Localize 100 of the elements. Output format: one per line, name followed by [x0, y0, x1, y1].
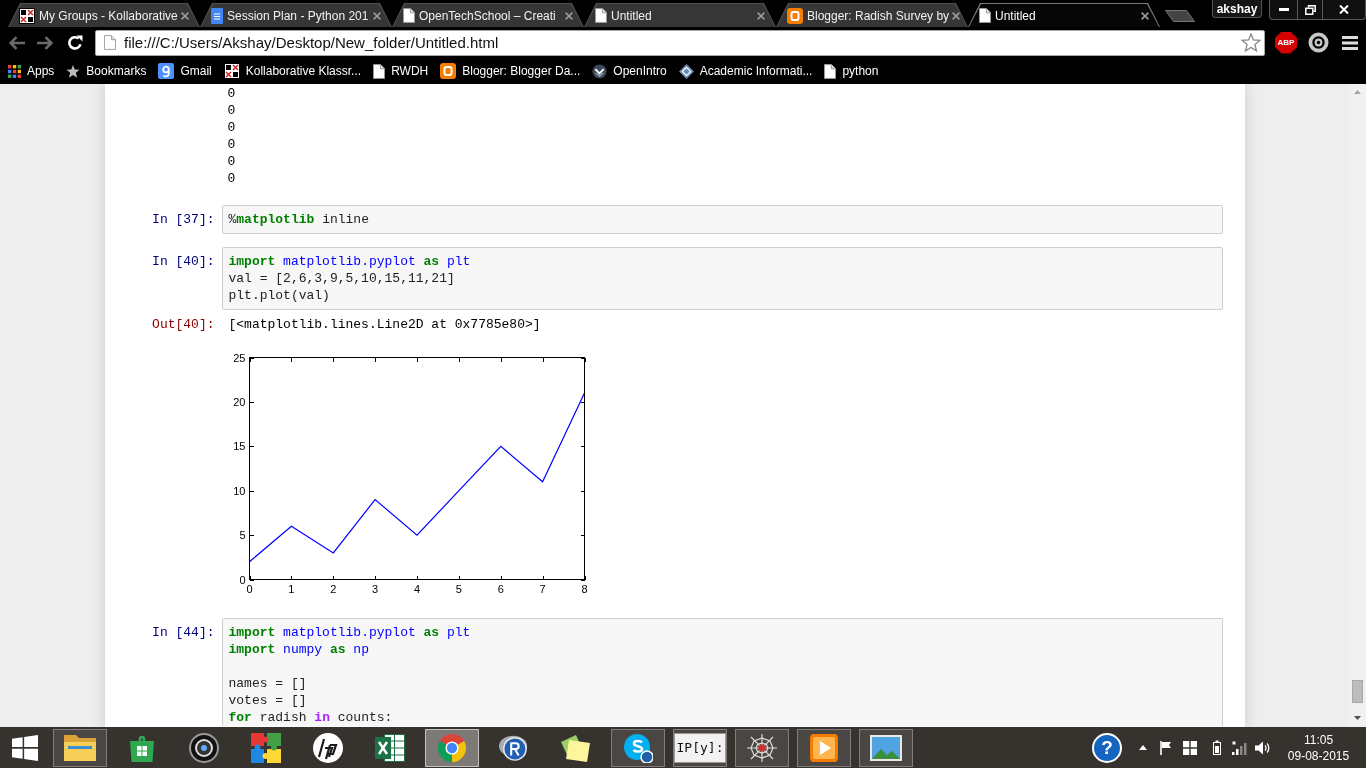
- caret-icon[interactable]: [1139, 745, 1147, 750]
- input-prompt: In [40]:: [151, 253, 216, 270]
- code-line: val = [2,6,3,9,5,10,15,11,21]: [228, 270, 456, 287]
- help-button[interactable]: ?: [1092, 732, 1122, 763]
- taskbar-button[interactable]: [859, 728, 913, 767]
- restore-button[interactable]: [1298, 0, 1323, 20]
- taskbar-button[interactable]: IP[y]:: [673, 728, 727, 767]
- logo-icon: [158, 63, 175, 79]
- flag-icon[interactable]: [1160, 740, 1172, 755]
- logo-icon: [440, 63, 457, 79]
- reload-icon[interactable]: [67, 34, 83, 51]
- bookmark-link[interactable]: Kollaborative Klassr...: [217, 60, 368, 82]
- taskbar-button[interactable]: [53, 728, 107, 767]
- tick-label: 1: [287, 582, 294, 595]
- input-prompt: In [44]:: [151, 624, 216, 641]
- logo-icon: [223, 63, 240, 79]
- tick-label: 25: [232, 351, 245, 364]
- close-icon: [1339, 5, 1349, 14]
- close-button[interactable]: [1323, 0, 1366, 20]
- new-tab-icon[interactable]: [1165, 10, 1195, 22]
- address-bar[interactable]: file:///C:/Users/Akshay/Desktop/New_folder/Untitled.html: [95, 29, 1265, 56]
- bookmark-link[interactable]: Bookmarks: [60, 60, 153, 82]
- logo-icon: [499, 733, 529, 762]
- code-line: votes = []: [228, 692, 308, 709]
- page-icon: [979, 8, 991, 23]
- bookmark-link[interactable]: Academic Informati...: [672, 60, 819, 82]
- back-icon[interactable]: [9, 35, 25, 50]
- code-line: for radish in counts:: [228, 709, 394, 726]
- tick-label: 20: [232, 395, 245, 408]
- tick-label: 4: [413, 582, 420, 595]
- tick-label: 2: [329, 582, 336, 595]
- logo-icon: [678, 63, 694, 79]
- bookmark-link[interactable]: Gmail: [152, 60, 218, 82]
- close-icon[interactable]: [952, 11, 961, 20]
- browser-tab[interactable]: My Groups - Kollaborative: [8, 3, 200, 27]
- four-panes-icon[interactable]: [1183, 740, 1197, 755]
- page-icon: [824, 63, 837, 79]
- tick-label: 0: [238, 573, 245, 586]
- taskbar-button[interactable]: [611, 728, 665, 767]
- bookmark-link[interactable]: python: [818, 60, 885, 82]
- forward-icon[interactable]: [37, 35, 53, 50]
- logo-icon: [19, 7, 35, 24]
- output-prompt: Out[40]:: [151, 316, 216, 333]
- page-icon: [403, 8, 415, 23]
- profile-button[interactable]: akshay: [1212, 0, 1262, 18]
- restore-icon: [1304, 4, 1316, 15]
- ring-icon[interactable]: [1308, 32, 1329, 53]
- taskbar-button[interactable]: [425, 728, 479, 767]
- close-icon[interactable]: [181, 11, 189, 20]
- code-line: %matplotlib inline: [228, 211, 370, 228]
- scrollbar-thumb[interactable]: [1352, 680, 1363, 703]
- browser-tab[interactable]: Session Plan - Python 201: [200, 3, 392, 27]
- code-line: plt.plot(val): [228, 287, 331, 304]
- bookmark-link[interactable]: RWDH: [367, 60, 435, 82]
- code-input[interactable]: %matplotlib inline: [221, 205, 1223, 234]
- page-icon: [595, 8, 607, 23]
- star-icon: [66, 64, 81, 78]
- bookmark-link[interactable]: Blogger: Blogger Da...: [434, 60, 587, 82]
- close-icon[interactable]: [373, 11, 381, 20]
- volume-icon[interactable]: [1255, 740, 1271, 755]
- shopping-bag-icon: [130, 733, 154, 762]
- bookmark-link[interactable]: Apps: [2, 60, 61, 82]
- code-input[interactable]: import matplotlib.pyplot as plt val = [2,6,3,9,5,10,15,11,21] plt.plot(val): [221, 247, 1223, 310]
- page-icon: [373, 63, 386, 79]
- tick-label: 0: [245, 582, 253, 595]
- signal-icon[interactable]: [1232, 740, 1248, 755]
- star-icon[interactable]: [1241, 33, 1261, 52]
- close-icon[interactable]: [565, 11, 573, 20]
- browser-tab[interactable]: Blogger: Radish Survey by: [776, 3, 968, 27]
- minimize-icon: [1278, 8, 1289, 11]
- close-icon[interactable]: [1141, 11, 1149, 20]
- code-line: names = []: [228, 675, 308, 692]
- browser-tab[interactable]: Untitled: [584, 3, 776, 27]
- play-icon: [810, 733, 838, 762]
- page-icon: [104, 35, 116, 50]
- logo-icon: [592, 63, 608, 79]
- output-line: 0: [227, 170, 236, 187]
- menu-icon[interactable]: [1342, 35, 1358, 50]
- output-line: 0: [227, 102, 236, 119]
- browser-tab[interactable]: OpenTechSchool – Creati: [392, 3, 584, 27]
- close-icon[interactable]: [757, 11, 765, 20]
- input-prompt: In [37]:: [151, 211, 216, 228]
- browser-icon: [437, 732, 467, 763]
- taskbar-button[interactable]: [735, 728, 789, 767]
- taskbar-button[interactable]: [797, 728, 851, 767]
- scrollbar[interactable]: [1349, 84, 1366, 727]
- code-input[interactable]: import matplotlib.pyplot as plt import numpy as np names = [] votes = [] for radish in counts:: [221, 618, 1223, 726]
- start-icon[interactable]: [12, 734, 38, 761]
- extension-button[interactable]: ABP: [1275, 31, 1297, 54]
- apps-grid-icon: [8, 64, 21, 78]
- code-line: import matplotlib.pyplot as plt: [228, 253, 472, 270]
- puzzle-icon: [251, 732, 281, 763]
- document-icon: [211, 7, 223, 24]
- minimize-button[interactable]: [1269, 0, 1298, 20]
- battery-icon[interactable]: [1213, 740, 1221, 755]
- arrow-down-icon[interactable]: [1354, 716, 1361, 720]
- browser-tab[interactable]: Untitled: [968, 3, 1160, 27]
- output-line: 0: [227, 136, 236, 153]
- tick-label: 10: [232, 484, 245, 497]
- bookmark-link[interactable]: OpenIntro: [586, 60, 673, 82]
